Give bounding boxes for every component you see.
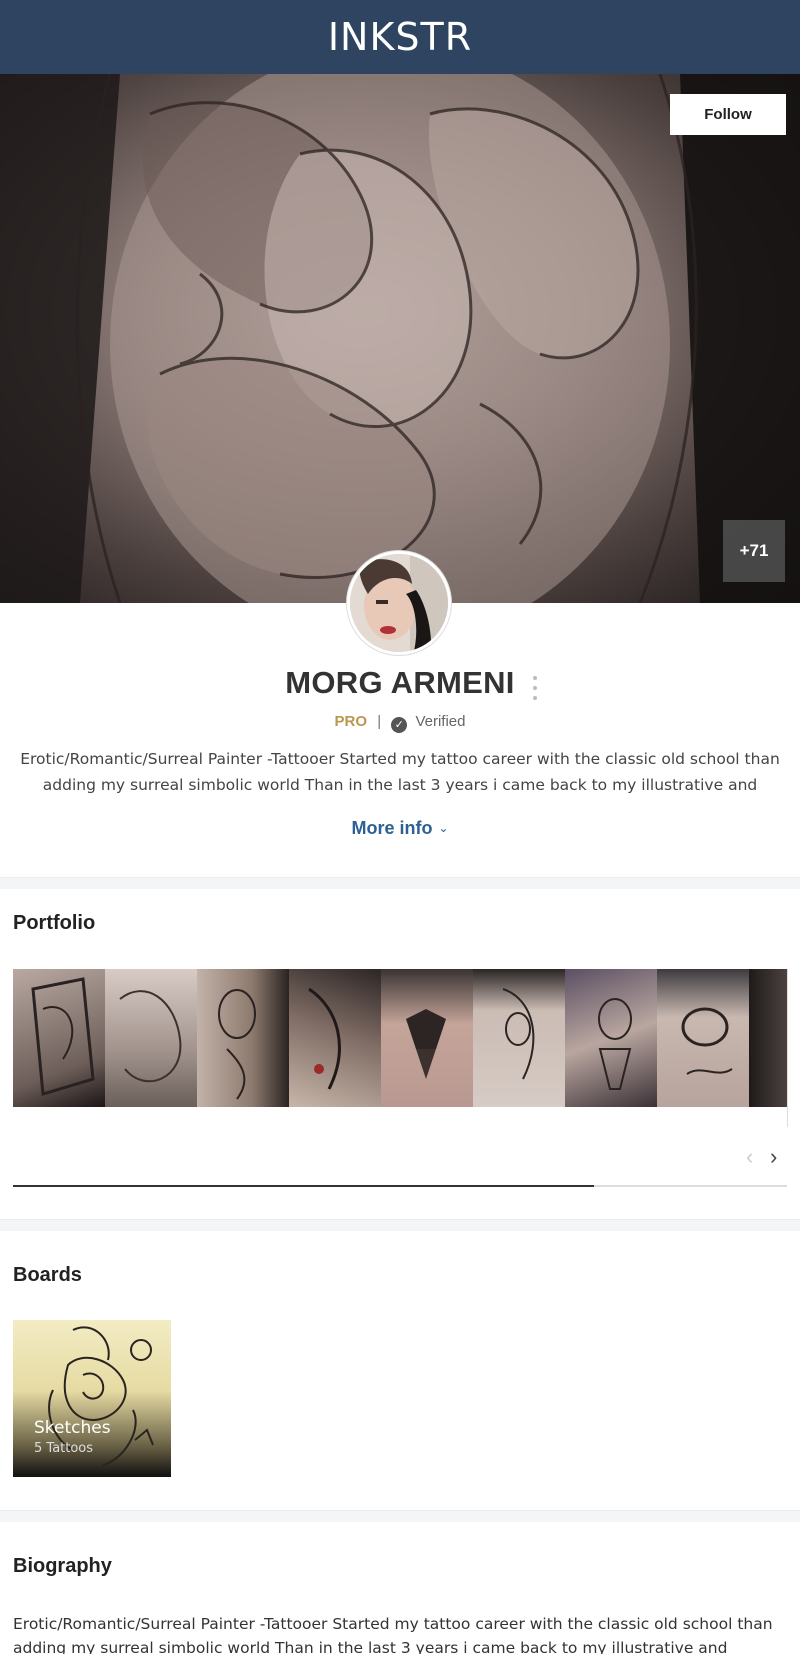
cover-tattoo-illustration (0, 74, 800, 603)
top-bar: INKSTR (0, 0, 800, 74)
portfolio-thumbnail[interactable] (657, 969, 749, 1107)
brand-logo[interactable]: INKSTR (328, 15, 472, 59)
carousel-edge (787, 969, 788, 1127)
avatar[interactable] (347, 551, 451, 655)
verified-check-icon: ✓ (391, 717, 408, 733)
profile-bio-preview: Erotic/Romantic/Surreal Painter -Tattooe… (20, 750, 780, 794)
biography-title: Biography (13, 1555, 112, 1577)
portfolio-thumbnail[interactable] (197, 969, 289, 1107)
more-info-label: More info (351, 818, 433, 838)
badge-separator: | (377, 713, 382, 730)
profile-name-row: MORG ARMENI (0, 665, 800, 701)
portfolio-thumbnail[interactable] (749, 969, 787, 1107)
board-title: Sketches (34, 1418, 111, 1438)
portfolio-thumbnail[interactable] (473, 969, 565, 1107)
section-divider (0, 877, 800, 889)
portfolio-thumbnail[interactable] (13, 969, 105, 1107)
more-photos-button[interactable]: +71 (723, 520, 785, 582)
board-count: 5 Tattoos (34, 1441, 94, 1456)
section-divider (0, 1219, 800, 1231)
cover-photo[interactable] (0, 74, 800, 603)
portfolio-thumbnail[interactable] (289, 969, 381, 1107)
pro-badge: PRO (334, 713, 368, 730)
board-card[interactable]: Sketches 5 Tattoos (13, 1320, 171, 1477)
portfolio-thumbnail[interactable] (105, 969, 197, 1107)
boards-title: Boards (13, 1264, 82, 1286)
portfolio-thumbnail[interactable] (565, 969, 657, 1107)
verified-label: Verified (415, 713, 466, 730)
profile-badges: PRO | ✓ Verified (0, 713, 800, 733)
portfolio-scroll-track[interactable] (13, 1185, 787, 1187)
profile-name: MORG ARMENI (285, 665, 515, 700)
chevron-right-icon[interactable]: › (770, 1144, 777, 1170)
portfolio-title: Portfolio (13, 912, 96, 934)
portfolio-carousel[interactable] (13, 969, 787, 1107)
follow-button[interactable]: Follow (670, 94, 786, 135)
more-info-toggle[interactable]: More info ⌄ (0, 818, 800, 839)
section-divider (0, 1510, 800, 1522)
portfolio-thumbnail[interactable] (381, 969, 473, 1107)
avatar-photo (350, 554, 448, 652)
biography-text: Erotic/Romantic/Surreal Painter -Tattooe… (13, 1615, 773, 1654)
portfolio-scroll-progress (13, 1185, 594, 1187)
chevron-down-icon: ⌄ (438, 821, 449, 835)
chevron-left-icon[interactable]: ‹ (746, 1144, 753, 1170)
more-options-icon[interactable] (528, 676, 542, 700)
